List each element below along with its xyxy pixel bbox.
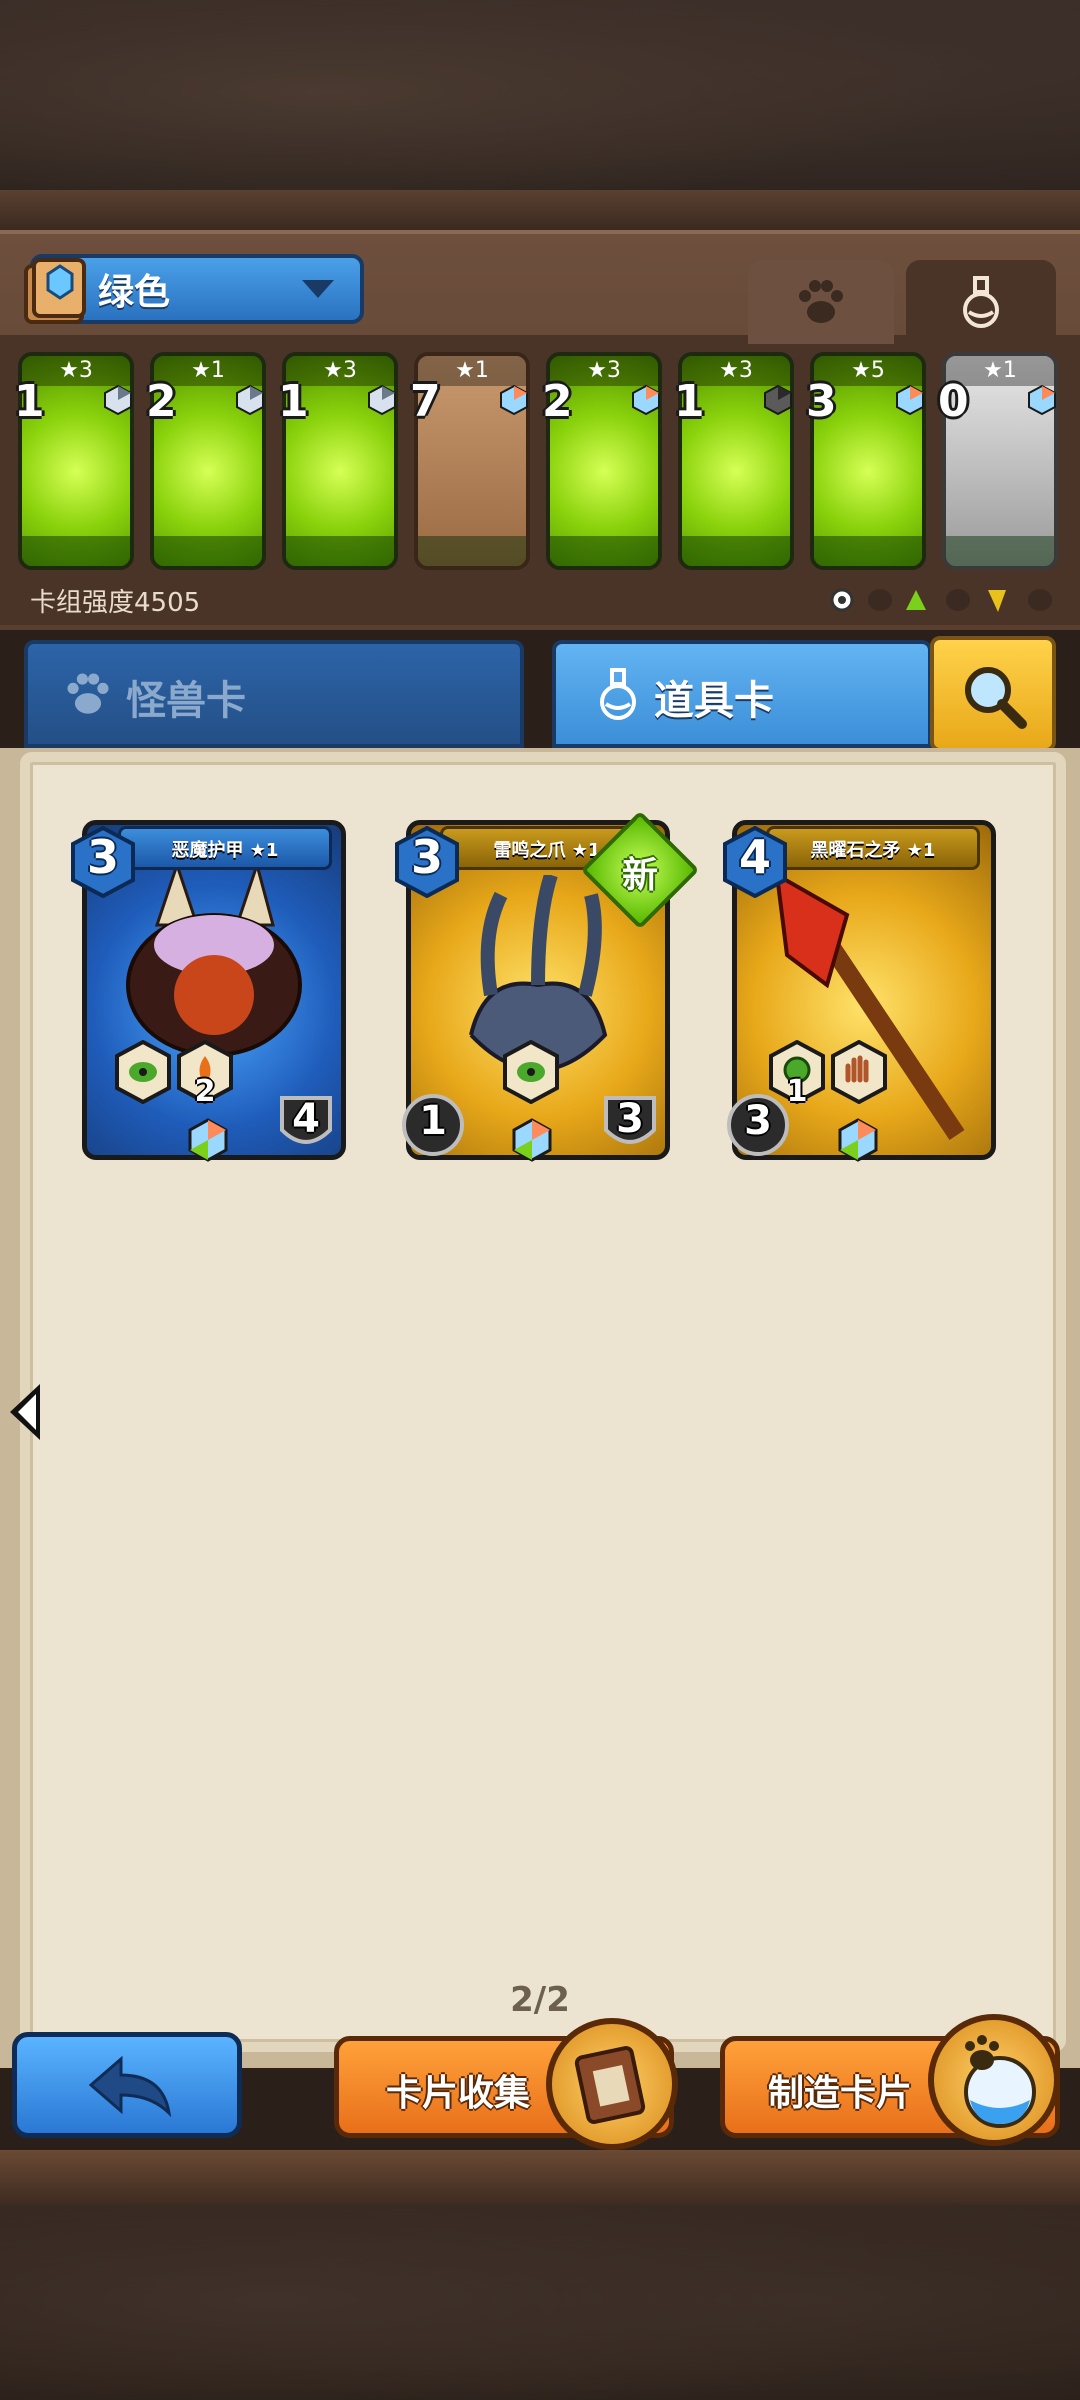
card-cost: 4 — [738, 830, 771, 884]
deck-card-cost: 1 — [674, 376, 705, 427]
deck-card-cost: 1 — [278, 376, 309, 427]
page-indicator: 2/2 — [510, 1980, 570, 2020]
rainbow-gem-icon — [188, 1118, 228, 1162]
element-filter-icons[interactable] — [830, 584, 1060, 616]
deck-card-footer — [550, 536, 658, 566]
tab-item-label: 道具卡 — [654, 678, 774, 724]
card-attack: 3 — [744, 1098, 772, 1144]
card-attack: 1 — [419, 1098, 447, 1144]
deck-card-cost: 0 — [938, 376, 969, 427]
search-button[interactable] — [930, 636, 1056, 752]
silver-gem-icon — [236, 384, 264, 416]
silver-gem-icon — [368, 384, 396, 416]
deck-card-footer — [22, 536, 130, 566]
eye-ability-icon — [503, 1040, 559, 1104]
potion-icon — [963, 276, 999, 328]
tab-monster-label: 怪兽卡 — [126, 678, 246, 724]
eye-ability-icon — [115, 1040, 171, 1104]
rainbow-gem-icon — [632, 384, 660, 416]
deck-card-footer — [418, 536, 526, 566]
rainbow-gem-icon — [512, 1118, 552, 1162]
tab-monster-filter[interactable] — [748, 260, 894, 344]
paw-bottle-icon — [964, 2035, 1036, 2128]
deck-card-footer — [286, 536, 394, 566]
card-book-icon-art — [574, 2046, 646, 2124]
card-cost: 3 — [410, 830, 443, 884]
rainbow-gem-icon — [1028, 384, 1056, 416]
deck-card-cost: 7 — [410, 376, 441, 427]
deck-card-footer — [814, 536, 922, 566]
rainbow-gem-icon — [896, 384, 924, 416]
potion-icon — [600, 668, 636, 720]
rainbow-gem-icon — [500, 384, 528, 416]
paw-icon — [799, 280, 843, 323]
deck-card-cost: 2 — [146, 376, 177, 427]
prev-page-arrow-inner — [18, 1394, 36, 1430]
deck-card-footer — [682, 536, 790, 566]
card-name-banner: 恶魔护甲 ★1 — [118, 826, 332, 870]
back-arrow-icon — [88, 2055, 172, 2117]
deck-card-cost: 2 — [542, 376, 573, 427]
deck-name: 绿色 — [98, 272, 171, 313]
deck-card-cost: 3 — [806, 376, 837, 427]
craft-card-label: 制造卡片 — [768, 2073, 913, 2114]
card-armor: 3 — [616, 1096, 644, 1142]
top-wood-background — [0, 0, 1080, 230]
deck-power: 卡组强度4505 — [30, 588, 201, 618]
card-cost: 3 — [86, 830, 119, 884]
card-armor: 4 — [292, 1096, 320, 1142]
potion-paw-icon[interactable] — [928, 2014, 1060, 2146]
deck-card-cost: 1 — [14, 376, 45, 427]
card-name-banner: 黑曜石之矛 ★1 — [766, 826, 980, 870]
tab-item-filter[interactable] — [906, 260, 1056, 344]
chevron-down-icon — [302, 280, 334, 298]
ability-count: 2 — [194, 1074, 216, 1109]
dark-gem-icon — [764, 384, 792, 416]
paw-icon — [67, 673, 109, 714]
card-collection-label: 卡片收集 — [386, 2073, 531, 2114]
hand-ability-icon — [831, 1040, 887, 1104]
rainbow-gem-icon — [838, 1118, 878, 1162]
bottom-wood-background — [0, 2150, 1080, 2400]
back-button[interactable] — [12, 2032, 242, 2138]
new-badge-label: 新 — [621, 855, 658, 896]
deck-book-icon — [24, 258, 86, 324]
deck-card-footer — [154, 536, 262, 566]
deck-card-footer — [946, 536, 1054, 566]
card-book-icon[interactable] — [546, 2018, 678, 2150]
silver-gem-icon — [104, 384, 132, 416]
search-icon — [965, 667, 1027, 729]
